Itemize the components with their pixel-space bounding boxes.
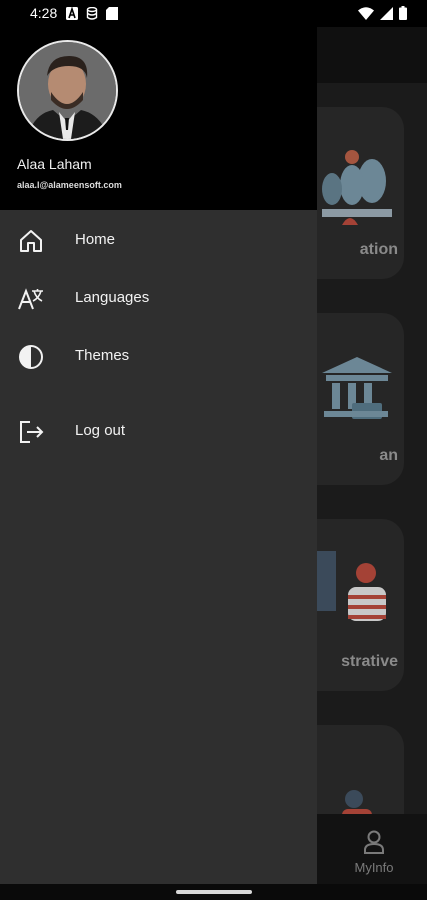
gesture-bar bbox=[0, 884, 427, 900]
notification-a-icon bbox=[66, 7, 78, 20]
avatar[interactable] bbox=[17, 40, 118, 141]
menu-item-languages[interactable]: Languages bbox=[0, 274, 317, 324]
home-icon bbox=[20, 230, 42, 252]
nav-item-label: MyInfo bbox=[354, 860, 394, 875]
menu-item-label: Log out bbox=[75, 422, 126, 439]
person-icon bbox=[364, 830, 384, 854]
home-gesture-handle[interactable] bbox=[176, 890, 252, 894]
sd-card-icon bbox=[106, 7, 118, 20]
menu-item-label: Languages bbox=[75, 289, 150, 306]
status-bar: 4:28 bbox=[0, 0, 427, 27]
user-name: Alaa Laham bbox=[17, 156, 92, 172]
battery-icon bbox=[399, 6, 407, 20]
menu-item-logout[interactable]: Log out bbox=[0, 407, 317, 457]
wifi-icon bbox=[358, 6, 374, 20]
database-icon bbox=[86, 7, 98, 20]
user-photo bbox=[19, 42, 116, 139]
menu-item-themes[interactable]: Themes bbox=[0, 332, 317, 382]
cellular-signal-icon bbox=[380, 6, 393, 20]
user-email: alaa.l@alameensoft.com bbox=[17, 180, 122, 190]
menu-item-label: Home bbox=[75, 231, 116, 248]
navigation-drawer: Alaa Laham alaa.l@alameensoft.com Home L… bbox=[0, 27, 317, 884]
drawer-header: Alaa Laham alaa.l@alameensoft.com bbox=[0, 27, 317, 210]
theme-contrast-icon bbox=[19, 345, 43, 369]
nav-item-myinfo[interactable]: MyInfo bbox=[346, 830, 402, 875]
translate-icon bbox=[18, 288, 43, 310]
menu-item-label: Themes bbox=[75, 347, 130, 364]
logout-icon bbox=[20, 421, 44, 443]
menu-item-home[interactable]: Home bbox=[0, 216, 317, 266]
status-time: 4:28 bbox=[30, 5, 58, 21]
